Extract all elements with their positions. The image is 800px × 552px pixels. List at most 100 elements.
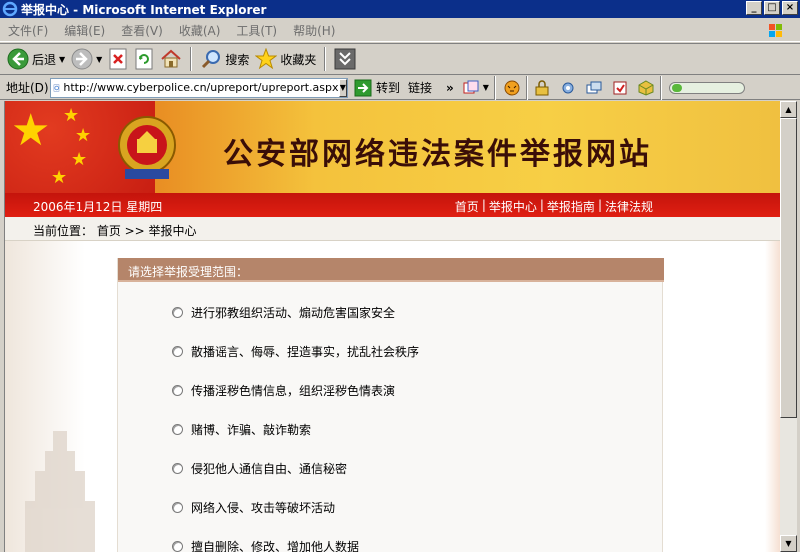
date-nav-bar: 2006年1月12日 星期四 首页 | 举报中心 | 举报指南 | 法律法规 — [5, 193, 780, 217]
toolbar-separator — [493, 75, 496, 100]
search-button[interactable]: 搜索 — [197, 45, 252, 73]
forward-arrow-icon — [71, 48, 93, 70]
home-icon — [161, 49, 181, 68]
toolbar-separator — [324, 47, 327, 71]
standard-toolbar: 后退 ▼ ▼ 搜索 收藏夹 — [0, 43, 800, 75]
vertical-scrollbar[interactable]: ▲ ▼ — [780, 101, 797, 552]
page-viewport: ★ ★ ★ ★ ★ 公安部网络违法案件举报网站 2006年1月12日 星期四 首… — [4, 101, 780, 552]
window-title: 举报中心 - Microsoft Internet Explorer — [21, 2, 267, 17]
windows-stack-icon[interactable] — [585, 79, 603, 97]
back-button[interactable]: 后退 ▼ — [4, 45, 68, 73]
radio-button[interactable] — [172, 541, 183, 552]
toolbar-separator — [525, 75, 528, 100]
go-button[interactable]: 转到 — [354, 79, 400, 97]
slider-thumb[interactable] — [671, 83, 682, 92]
site-banner: ★ ★ ★ ★ ★ 公安部网络违法案件举报网站 — [5, 101, 780, 193]
stop-icon — [109, 48, 127, 70]
radio-button[interactable] — [172, 463, 183, 474]
favorites-label: 收藏夹 — [280, 52, 317, 67]
star-icon — [255, 48, 278, 70]
option-label: 赌博、诈骗、敲诈勒索 — [191, 423, 312, 437]
menu-help[interactable]: 帮助(H) — [285, 22, 343, 39]
menu-favorites[interactable]: 收藏(A) — [171, 22, 229, 39]
radio-button[interactable] — [172, 307, 183, 318]
police-emblem-icon — [118, 116, 176, 179]
more-chevron-icon[interactable]: » — [446, 81, 454, 95]
shield-icon[interactable] — [611, 79, 629, 97]
gear-icon[interactable] — [559, 79, 577, 97]
option-network-intrusion[interactable]: 网络入侵、攻击等破坏活动 — [172, 499, 335, 516]
option-label: 传播淫秽色情信息，组织淫秽色情表演 — [191, 384, 396, 398]
current-date: 2006年1月12日 星期四 — [33, 200, 163, 214]
nav-laws[interactable]: 法律法规 — [605, 198, 653, 215]
address-dropdown-icon[interactable]: ▼ — [338, 78, 347, 97]
address-bar: 地址(D) http://www.cyberpolice.cn/upreport… — [0, 75, 800, 100]
star-icon: ★ — [75, 125, 92, 146]
star-icon: ★ — [71, 149, 88, 170]
menu-file[interactable]: 文件(F) — [0, 22, 56, 39]
star-icon: ★ — [63, 105, 80, 126]
forward-dropdown-icon[interactable]: ▼ — [96, 55, 102, 64]
maximize-button[interactable]: □ — [764, 1, 780, 15]
back-arrow-icon — [7, 48, 29, 70]
option-communication-privacy[interactable]: 侵犯他人通信自由、通信秘密 — [172, 460, 347, 477]
address-label: 地址(D) — [6, 81, 49, 95]
tiger-icon[interactable] — [503, 79, 521, 97]
media-icon — [334, 48, 356, 70]
favorites-button[interactable]: 收藏夹 — [252, 45, 319, 73]
site-title: 公安部网络违法案件举报网站 — [223, 137, 652, 172]
ie-icon — [2, 1, 18, 17]
option-data-tampering[interactable]: 擅自删除、修改、增加他人数据 — [172, 538, 359, 552]
report-scope-panel: 请选择举报受理范围： 进行邪教组织活动、煽动危害国家安全 散播谣言、侮辱、捏造事… — [117, 258, 664, 552]
option-rumors[interactable]: 散播谣言、侮辱、捏造事实，扰乱社会秩序 — [172, 343, 419, 360]
scroll-down-arrow-icon[interactable]: ▼ — [780, 535, 797, 552]
menu-edit[interactable]: 编辑(E) — [56, 22, 113, 39]
nav-home[interactable]: 首页 — [455, 198, 479, 215]
option-gambling-fraud[interactable]: 赌博、诈骗、敲诈勒索 — [172, 421, 311, 438]
forward-button[interactable]: ▼ — [68, 45, 105, 73]
option-label: 网络入侵、攻击等破坏活动 — [191, 501, 336, 515]
star-icon: ★ — [11, 105, 51, 156]
scroll-up-arrow-icon[interactable]: ▲ — [780, 101, 797, 118]
refresh-icon — [135, 48, 153, 70]
minimize-button[interactable]: _ — [746, 1, 762, 15]
option-label: 侵犯他人通信自由、通信秘密 — [191, 462, 348, 476]
toolbar-separator — [659, 75, 662, 100]
search-icon — [202, 50, 221, 69]
scroll-thumb[interactable] — [780, 118, 797, 418]
menu-view[interactable]: 查看(V) — [113, 22, 171, 39]
translate-dropdown-icon[interactable]: ▼ — [483, 83, 489, 92]
address-input[interactable]: http://www.cyberpolice.cn/upreport/uprep… — [50, 77, 348, 98]
window-titlebar: 举报中心 - Microsoft Internet Explorer _ □ × — [0, 0, 800, 18]
translate-icon[interactable] — [462, 79, 480, 97]
lock-icon[interactable] — [533, 79, 551, 97]
progress-slider[interactable] — [668, 81, 745, 94]
stop-button[interactable] — [105, 45, 131, 73]
option-label: 擅自删除、修改、增加他人数据 — [191, 540, 360, 552]
star-icon: ★ — [51, 167, 68, 188]
close-button[interactable]: × — [782, 1, 798, 15]
menu-tools[interactable]: 工具(T) — [228, 22, 285, 39]
radio-button[interactable] — [172, 502, 183, 513]
radio-button[interactable] — [172, 385, 183, 396]
panel-title: 请选择举报受理范围： — [118, 258, 664, 282]
option-cult-activity[interactable]: 进行邪教组织活动、煽动危害国家安全 — [172, 304, 395, 321]
cube-icon[interactable] — [637, 79, 655, 97]
toolbar-separator — [190, 47, 193, 71]
search-label: 搜索 — [225, 52, 250, 67]
media-button[interactable] — [331, 45, 359, 73]
back-dropdown-icon[interactable]: ▼ — [59, 55, 65, 64]
refresh-button[interactable] — [131, 45, 157, 73]
monument-watermark-icon — [25, 431, 95, 552]
breadcrumb-text: 当前位置： 首页 >> 举报中心 — [33, 224, 197, 238]
site-nav: 首页 | 举报中心 | 举报指南 | 法律法规 — [454, 198, 653, 215]
home-button[interactable] — [157, 45, 185, 73]
nav-report-guide[interactable]: 举报指南 — [547, 198, 595, 215]
radio-button[interactable] — [172, 424, 183, 435]
option-pornography[interactable]: 传播淫秽色情信息，组织淫秽色情表演 — [172, 382, 395, 399]
menu-bar: 文件(F) 编辑(E) 查看(V) 收藏(A) 工具(T) 帮助(H) — [0, 20, 800, 42]
go-arrow-icon — [354, 79, 372, 96]
links-button[interactable]: 链接 — [408, 79, 432, 96]
nav-report-center[interactable]: 举报中心 — [489, 198, 537, 215]
radio-button[interactable] — [172, 346, 183, 357]
